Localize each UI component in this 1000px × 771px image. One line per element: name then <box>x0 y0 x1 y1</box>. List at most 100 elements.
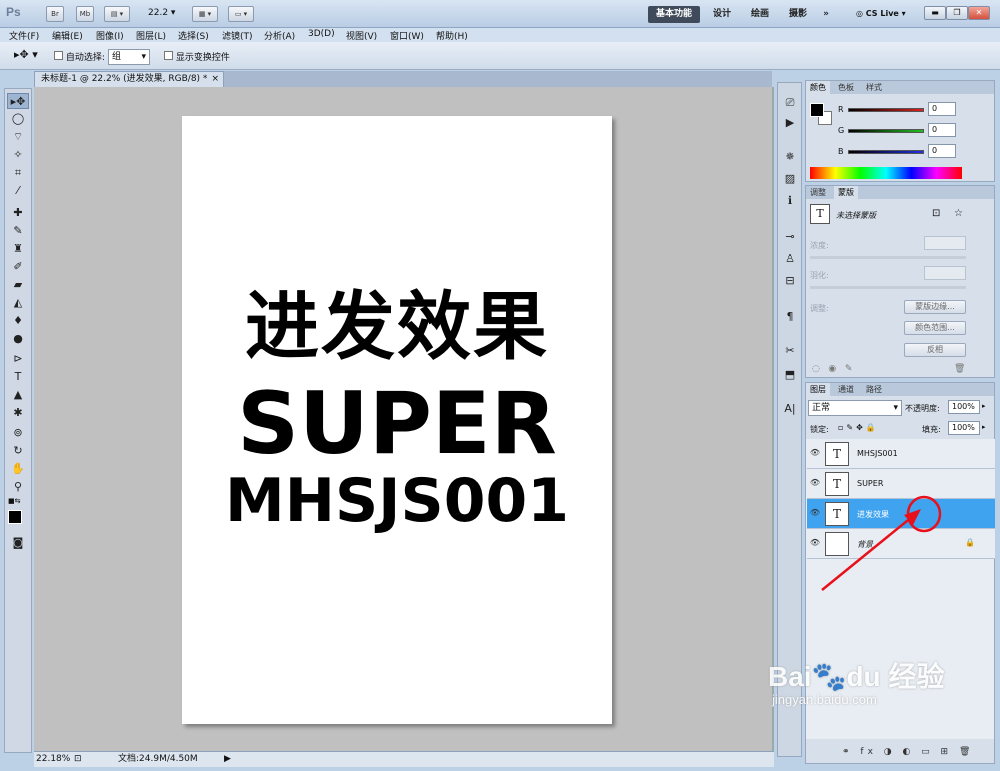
type-tool-icon[interactable]: T <box>7 369 29 385</box>
lasso-tool-icon[interactable]: ⌔ <box>7 129 29 145</box>
status-zoom[interactable]: 22.18% <box>36 752 70 767</box>
quick-mask-icon[interactable]: ◙ <box>7 535 29 551</box>
menu-3d[interactable]: 3D(D) <box>308 29 335 39</box>
hand-tool-icon[interactable]: ✋ <box>7 461 29 477</box>
menu-select[interactable]: 选择(S) <box>178 29 209 42</box>
auto-select-target-dropdown[interactable]: 组 ▾ <box>108 49 150 65</box>
channel-g-input[interactable]: 0 <box>928 123 956 137</box>
layer-row-selected[interactable]: 👁 T 进发效果 <box>807 499 995 529</box>
layer-row[interactable]: 👁 背景 🔒 <box>807 529 995 559</box>
show-transform-checkbox[interactable] <box>164 51 173 60</box>
status-info-icon[interactable]: ⊡ <box>74 752 82 767</box>
workspace-painting[interactable]: 绘画 <box>746 6 774 23</box>
menu-file[interactable]: 文件(F) <box>9 29 39 42</box>
animation-panel-icon[interactable]: ⬒ <box>781 367 799 383</box>
move-tool-icon[interactable]: ▸✥ <box>7 93 29 109</box>
canvas-scrollbar[interactable] <box>772 87 774 751</box>
more-workspaces-button[interactable]: » <box>818 6 834 23</box>
auto-select-checkbox[interactable] <box>54 51 63 60</box>
layer-visibility-eye-icon[interactable]: 👁 <box>809 478 821 488</box>
workspace-essentials[interactable]: 基本功能 <box>648 6 700 23</box>
tab-channels[interactable]: 通道 <box>834 383 858 396</box>
menu-window[interactable]: 窗口(W) <box>390 29 424 42</box>
blur-tool-icon[interactable]: ♦ <box>7 313 29 329</box>
bridge-button[interactable]: Br <box>46 6 64 22</box>
tab-styles[interactable]: 样式 <box>862 81 886 94</box>
mask-footer-icons[interactable]: ◌ ◉ ✎ <box>812 364 852 374</box>
menu-layer[interactable]: 图层(L) <box>136 29 166 42</box>
dodge-tool-icon[interactable]: ● <box>7 331 29 347</box>
menu-filter[interactable]: 滤镜(T) <box>222 29 253 42</box>
channel-b-input[interactable]: 0 <box>928 144 956 158</box>
menu-help[interactable]: 帮助(H) <box>436 29 468 42</box>
tab-color[interactable]: 颜色 <box>806 81 830 94</box>
history-brush-tool-icon[interactable]: ✐ <box>7 259 29 275</box>
view-extras-button[interactable]: ▤ ▾ <box>104 6 130 22</box>
channel-g-slider[interactable] <box>848 129 924 133</box>
close-document-icon[interactable]: × <box>211 72 219 86</box>
mini-bridge-button[interactable]: Mb <box>76 6 94 22</box>
density-slider[interactable] <box>810 256 966 259</box>
zoom-tool-icon[interactable]: ⚲ <box>7 479 29 495</box>
close-button[interactable]: ✕ <box>968 6 990 20</box>
workspace-design[interactable]: 设计 <box>708 6 736 23</box>
character-panel-icon[interactable]: A| <box>781 401 799 417</box>
clone-source-icon[interactable]: ♙ <box>781 251 799 267</box>
menu-analysis[interactable]: 分析(A) <box>264 29 295 42</box>
menu-view[interactable]: 视图(V) <box>346 29 377 42</box>
tool-presets-icon[interactable]: ⊟ <box>781 273 799 289</box>
opacity-slider-arrow-icon[interactable]: ▸ <box>982 402 986 410</box>
brush-tool-icon[interactable]: ✎ <box>7 223 29 239</box>
auto-select-option[interactable]: 自动选择: <box>54 50 105 63</box>
color-foreground-swatch[interactable] <box>810 103 824 117</box>
tool-preset-picker[interactable]: ▸✥ ▾ <box>14 48 38 61</box>
eraser-tool-icon[interactable]: ▰ <box>7 277 29 293</box>
menu-edit[interactable]: 编辑(E) <box>52 29 83 42</box>
paint-bucket-tool-icon[interactable]: ◭ <box>7 295 29 311</box>
blend-mode-dropdown[interactable]: 正常 ▾ <box>808 400 902 416</box>
foreground-color-swatch[interactable] <box>8 510 22 524</box>
pen-tool-icon[interactable]: ⊳ <box>7 351 29 367</box>
layer-row[interactable]: 👁 T MHSJS001 <box>807 439 995 469</box>
opacity-input[interactable]: 100% <box>948 400 980 414</box>
path-selection-tool-icon[interactable]: ▲ <box>7 387 29 403</box>
minimize-button[interactable]: ▬ <box>924 6 946 20</box>
lock-options-icons[interactable]: ▫✎✥🔒 <box>838 423 879 432</box>
3d-orbit-tool-icon[interactable]: ↻ <box>7 443 29 459</box>
invert-button[interactable]: 反相 <box>904 343 966 357</box>
status-menu-arrow-icon[interactable]: ▶ <box>224 752 231 767</box>
channel-r-input[interactable]: 0 <box>928 102 956 116</box>
show-transform-option[interactable]: 显示变换控件 <box>164 50 230 63</box>
layer-visibility-eye-icon[interactable]: 👁 <box>809 448 821 458</box>
layers-footer-icons[interactable]: ⚭ fx ◑ ◐ ▭ ⊞ 🗑 <box>842 747 974 757</box>
pixel-mask-icon[interactable]: ⊡ <box>932 208 940 219</box>
channel-b-slider[interactable] <box>848 150 924 154</box>
shape-tool-icon[interactable]: ✱ <box>7 405 29 421</box>
document-tab[interactable]: 未标题-1 @ 22.2% (进发效果, RGB/8) * × <box>34 71 224 87</box>
mask-edge-button[interactable]: 蒙版边缘... <box>904 300 966 314</box>
crop-tool-icon[interactable]: ⌗ <box>7 165 29 181</box>
swatches-image-icon[interactable]: ▨ <box>781 171 799 187</box>
feather-input[interactable] <box>924 266 966 280</box>
eyedropper-tool-icon[interactable]: ⁄ <box>7 183 29 199</box>
healing-brush-tool-icon[interactable]: ✚ <box>7 205 29 221</box>
channel-r-slider[interactable] <box>848 108 924 112</box>
info-panel-icon[interactable]: ℹ <box>781 193 799 209</box>
tab-layers[interactable]: 图层 <box>806 383 830 396</box>
feather-slider[interactable] <box>810 286 966 289</box>
tab-adjustments[interactable]: 调整 <box>806 186 830 199</box>
3d-panel-icon[interactable]: ✵ <box>781 149 799 165</box>
quick-selection-tool-icon[interactable]: ✧ <box>7 147 29 163</box>
history-panel-icon[interactable]: ⎚ <box>781 95 799 111</box>
zoom-level-dropdown[interactable]: 22.2 ▾ <box>148 8 175 18</box>
color-spectrum-bar[interactable] <box>810 167 962 179</box>
paragraph-panel-icon[interactable]: ¶ <box>781 309 799 325</box>
density-input[interactable] <box>924 236 966 250</box>
character-styles-icon[interactable]: ✂ <box>781 343 799 359</box>
restore-button[interactable]: ❐ <box>946 6 968 20</box>
brush-presets-icon[interactable]: ⊸ <box>781 229 799 245</box>
clone-stamp-tool-icon[interactable]: ♜ <box>7 241 29 257</box>
fill-input[interactable]: 100% <box>948 421 980 435</box>
color-range-button[interactable]: 颜色范围... <box>904 321 966 335</box>
workspace-photography[interactable]: 摄影 <box>784 6 812 23</box>
